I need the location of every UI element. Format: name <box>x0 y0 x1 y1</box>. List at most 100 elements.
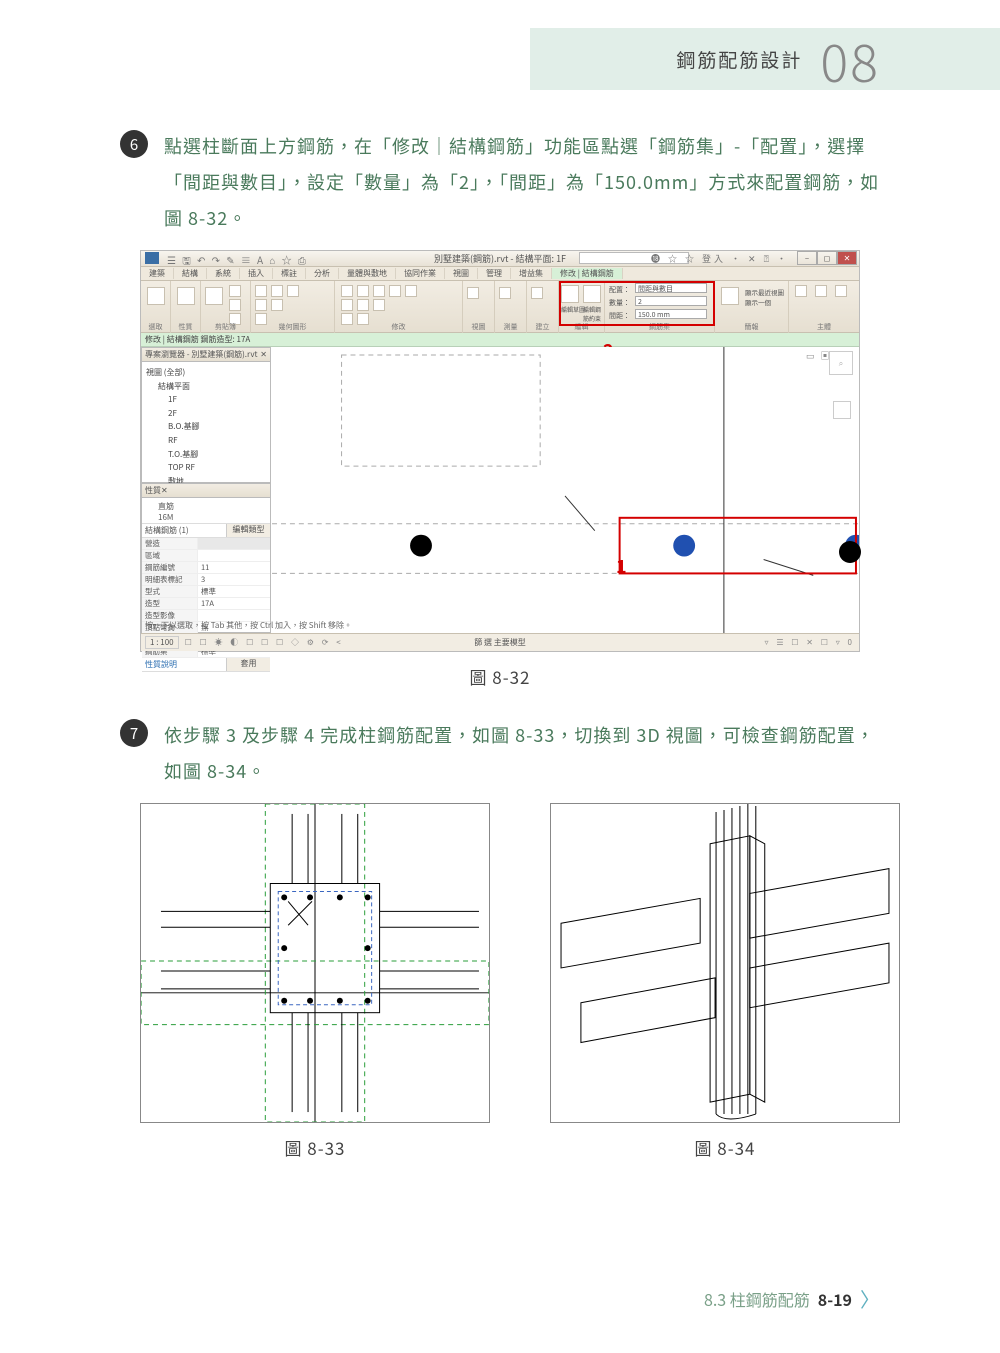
figure-caption-8-33: 圖 8-33 <box>140 1135 490 1160</box>
align-icon[interactable] <box>341 285 353 297</box>
ribbon-group-geometry: 幾何圖形 <box>251 322 334 332</box>
view-scale[interactable]: 1 : 100 <box>145 636 179 649</box>
prop-val[interactable]: 11 <box>198 562 270 573</box>
chevron-right-icon: 〉 <box>860 1284 880 1313</box>
tab-manage[interactable]: 管理 <box>478 268 511 279</box>
properties-filter[interactable]: 結構鋼筋 (1) <box>142 524 226 537</box>
edit-family-icon[interactable] <box>795 285 807 297</box>
copy-icon[interactable] <box>229 299 241 311</box>
prop-key: 營造 <box>142 538 198 549</box>
tree-item[interactable]: B.O.基腳 <box>146 420 266 434</box>
close-icon[interactable]: ✕ <box>260 349 267 360</box>
offset-icon[interactable] <box>357 299 369 311</box>
split-icon[interactable] <box>271 299 283 311</box>
apply-button[interactable]: 套用 <box>226 658 270 671</box>
prop-key: 區域 <box>142 550 198 561</box>
ribbon-group-modify: 修改 <box>335 322 462 332</box>
close-icon[interactable]: ✕ <box>161 485 168 496</box>
figure-caption-8-34: 圖 8-34 <box>550 1135 900 1160</box>
tree-item[interactable]: 1F <box>146 393 266 407</box>
document-title: 別墅建築(鋼筋).rvt - 結構平面: 1F <box>434 252 566 265</box>
status-bar: 1 : 100 ☐ ☐ ☀ ◐ ☐ ☐ ☐ ◇ ⚙ ⟳ < 篩 選 主要模型 ▿… <box>141 633 859 651</box>
tab-analyze[interactable]: 分析 <box>306 268 339 279</box>
tab-view[interactable]: 視圖 <box>445 268 478 279</box>
notch-icon[interactable] <box>255 299 267 311</box>
type-selector[interactable]: 直筋 16M <box>142 498 270 524</box>
prop-key: 明細表標記 <box>142 574 198 585</box>
tree-item[interactable]: RF <box>146 434 266 448</box>
measure-icon[interactable] <box>499 287 511 299</box>
prop-val[interactable] <box>198 550 270 561</box>
trim-icon[interactable] <box>341 299 353 311</box>
chapter-header: 鋼筋配筋設計 08 <box>530 28 1000 90</box>
cut-geom-icon[interactable] <box>271 285 283 297</box>
ribbon-group-create: 建立 <box>527 322 558 332</box>
status-hint: 按一下以選取，按 Tab 其他，按 Ctrl 加入，按 Shift 移除。 <box>145 620 352 632</box>
screenshot-revit-ui: ☰ 🖫 ↶ ↷ ✎ ≡ A ⌂ ☆ ⎙ 別墅建築(鋼筋).rvt - 結構平面:… <box>140 250 860 652</box>
prop-val[interactable]: 17A <box>198 598 270 609</box>
help-toolbar[interactable]: ⓲ ☆ ☆ 登入 · ✕ ⍰ · <box>651 252 789 265</box>
viewcube-icon[interactable]: ⌕ <box>829 351 853 375</box>
chapter-number: 08 <box>820 22 880 97</box>
step-number-badge: 6 <box>120 130 148 158</box>
cope-icon[interactable] <box>255 285 267 297</box>
tab-modify-rebar[interactable]: 修改 | 結構鋼筋 <box>552 268 623 279</box>
view-icon[interactable] <box>467 287 479 299</box>
edit-type-button[interactable]: 編輯類型 <box>226 524 270 537</box>
tab-addins[interactable]: 增益集 <box>511 268 552 279</box>
prop-key: 鋼筋編號 <box>142 562 198 573</box>
ribbon-group-properties: 性質 <box>171 322 200 332</box>
tree-item[interactable]: 結構平面 <box>146 380 266 394</box>
array-icon[interactable] <box>373 299 385 311</box>
mirror-icon[interactable] <box>405 285 417 297</box>
window-close-button[interactable]: ✕ <box>837 251 857 265</box>
page-footer: 8.3 柱鋼筋配筋 8-19 〉 <box>704 1284 880 1313</box>
step-text: 點選柱斷面上方鋼筋，在「修改｜結構鋼筋」功能區點選「鋼筋集」-「配置」，選擇「間… <box>164 128 880 236</box>
rotate-icon[interactable] <box>389 285 401 297</box>
type-name-b: 16M <box>158 512 254 523</box>
tree-item[interactable]: T.O.基腳 <box>146 448 266 462</box>
move-icon[interactable] <box>357 285 369 297</box>
properties-icon[interactable] <box>177 287 195 305</box>
window-controls: – ◻ ✕ <box>797 251 857 265</box>
prop-val[interactable] <box>198 538 270 549</box>
select-icon[interactable] <box>147 287 165 305</box>
tab-collaborate[interactable]: 協同作業 <box>396 268 445 279</box>
pick-host-icon[interactable] <box>815 285 827 297</box>
view-control-bar[interactable]: ☐ ☐ ☀ ◐ ☐ ☐ ☐ ◇ ⚙ ⟳ < <box>185 637 344 648</box>
ribbon: 選取 性質 剪貼簿 幾何圖形 <box>141 281 859 333</box>
drawing-canvas[interactable] <box>271 347 859 633</box>
prop-val[interactable]: 3 <box>198 574 270 585</box>
step-number-badge: 7 <box>120 719 148 747</box>
tree-item[interactable]: 視圖 (全部) <box>146 366 266 380</box>
step-6: 6 點選柱斷面上方鋼筋，在「修改｜結構鋼筋」功能區點選「鋼筋集」-「配置」，選擇… <box>120 128 880 236</box>
paste-icon[interactable] <box>205 287 223 305</box>
cut-icon[interactable] <box>229 285 241 297</box>
presentation-icon[interactable] <box>721 287 739 305</box>
tree-item[interactable]: 2F <box>146 407 266 421</box>
title-bar: ☰ 🖫 ↶ ↷ ✎ ≡ A ⌂ ☆ ⎙ 別墅建築(鋼筋).rvt - 結構平面:… <box>141 251 859 267</box>
nav-wheel-icon[interactable] <box>833 401 851 419</box>
selection-filter[interactable]: 篩 選 主要模型 <box>474 637 526 648</box>
tree-item[interactable]: TOP RF <box>146 461 266 475</box>
ribbon-group-clipboard: 剪貼簿 <box>201 322 250 332</box>
prop-val[interactable]: 標準 <box>198 586 270 597</box>
window-maximize-button[interactable]: ◻ <box>817 251 837 265</box>
copy2-icon[interactable] <box>373 285 385 297</box>
status-right-icons[interactable]: ▿ ☰ ☐ ✕ ☐ ▿ 0 <box>765 637 855 648</box>
create-icon[interactable] <box>531 287 543 299</box>
rebar-dot-icon <box>839 541 861 563</box>
quick-access-toolbar[interactable]: ☰ 🖫 ↶ ↷ ✎ ≡ A ⌂ ☆ ⎙ <box>167 252 308 271</box>
tab-massing[interactable]: 量體與敷地 <box>339 268 396 279</box>
footer-section: 8.3 柱鋼筋配筋 <box>704 1287 810 1311</box>
properties-help-link[interactable]: 性質說明 <box>142 658 226 671</box>
window-minimize-button[interactable]: – <box>797 251 817 265</box>
screenshot-plan-view <box>140 803 490 1123</box>
annotation-number-1: 1 <box>616 553 627 579</box>
screenshot-3d-view <box>550 803 900 1123</box>
select-content-icon[interactable] <box>835 285 847 297</box>
join-icon[interactable] <box>287 285 299 297</box>
ribbon-group-presentation: 簡報 <box>715 322 788 332</box>
app-logo-icon <box>145 252 159 264</box>
ribbon-group-measure: 測量 <box>495 322 526 332</box>
